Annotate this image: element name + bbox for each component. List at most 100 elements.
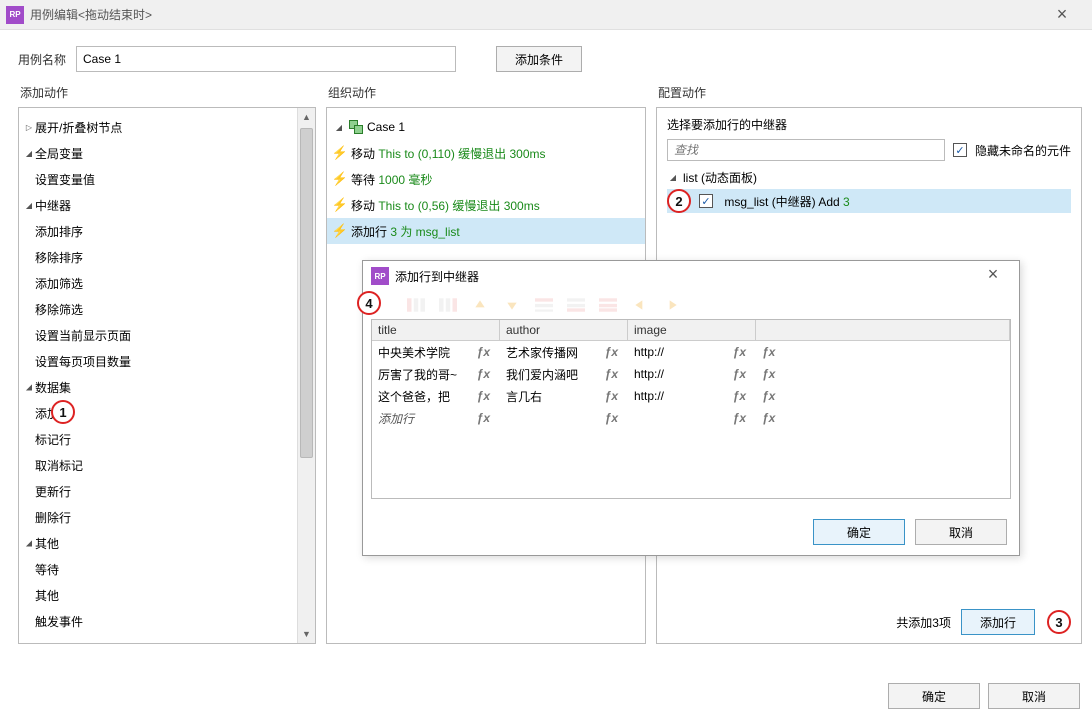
tree-item[interactable]: ▶更新行: [19, 478, 315, 504]
scroll-thumb[interactable]: [300, 128, 313, 458]
fx-icon[interactable]: ƒx: [762, 345, 779, 359]
fx-icon[interactable]: ƒx: [477, 389, 494, 403]
tree-item[interactable]: ▷展开/折叠树节点: [19, 114, 315, 140]
fx-icon[interactable]: ƒx: [477, 411, 494, 425]
action-row[interactable]: ⚡添加行 3 为 msg_list: [327, 218, 645, 244]
tree-item[interactable]: ▶等待: [19, 556, 315, 582]
fx-icon[interactable]: ƒx: [477, 345, 494, 359]
cell-image[interactable]: http://ƒx: [628, 367, 756, 381]
ok-button[interactable]: 确定: [888, 683, 980, 709]
modal-close-icon[interactable]: ×: [973, 264, 1013, 285]
fx-icon[interactable]: ƒx: [605, 367, 622, 381]
tree-item[interactable]: ▶设置当前显示页面: [19, 322, 315, 348]
tree-item[interactable]: ◢其他: [19, 530, 315, 556]
toolbar-move-left-icon[interactable]: [631, 298, 649, 312]
toolbar-move-down-icon[interactable]: [503, 298, 521, 312]
tree-item[interactable]: ▶删除行: [19, 504, 315, 530]
tree-item[interactable]: ▶其他: [19, 582, 315, 608]
tree-item[interactable]: ▶添加排序: [19, 218, 315, 244]
tree-item[interactable]: ▶取消标记: [19, 452, 315, 478]
repeater-checkbox[interactable]: ✓: [699, 194, 713, 208]
add-condition-button[interactable]: 添加条件: [496, 46, 582, 72]
fx-icon[interactable]: ƒx: [762, 411, 779, 425]
scroll-up-icon[interactable]: ▲: [298, 108, 315, 126]
table-row[interactable]: 这个爸爸，把ƒx言几右ƒxhttp://ƒxƒx: [372, 385, 1010, 407]
cell-author[interactable]: 我们爱内涵吧ƒx: [500, 366, 628, 383]
toolbar-add-left-icon[interactable]: [407, 298, 425, 312]
cell-title[interactable]: 中央美术学院ƒx: [372, 344, 500, 361]
cell-title[interactable]: 厉害了我的哥~ƒx: [372, 366, 500, 383]
fx-icon[interactable]: ƒx: [762, 389, 779, 403]
column-header[interactable]: title: [372, 320, 500, 340]
case-row[interactable]: ◢ Case 1: [327, 114, 645, 140]
chevron-down-icon[interactable]: ◢: [24, 538, 35, 548]
chevron-down-icon[interactable]: ◢: [24, 200, 35, 210]
modal-cancel-button[interactable]: 取消: [915, 519, 1007, 545]
add-row-placeholder[interactable]: 添加行ƒxƒxƒxƒx: [372, 407, 1010, 429]
table-row[interactable]: 中央美术学院ƒx艺术家传播网ƒxhttp://ƒxƒx: [372, 341, 1010, 363]
add-row-button[interactable]: 添加行: [961, 609, 1035, 635]
toolbar-move-up-icon[interactable]: [471, 298, 489, 312]
fx-icon[interactable]: ƒx: [605, 411, 622, 425]
fx-icon[interactable]: ƒx: [605, 345, 622, 359]
chevron-down-icon[interactable]: ◢: [24, 148, 35, 158]
chevron-down-icon[interactable]: ◢: [24, 382, 35, 392]
repeater-child-row[interactable]: ✓ msg_list (中继器) Add 32: [667, 189, 1071, 213]
case-name-input[interactable]: [76, 46, 456, 72]
toolbar-add-right-icon[interactable]: [439, 298, 457, 312]
toolbar-delete-icon[interactable]: [599, 298, 617, 312]
toolbar-add-row-below-icon[interactable]: [567, 298, 585, 312]
fx-icon[interactable]: ƒx: [477, 367, 494, 381]
toolbar-add-row-above-icon[interactable]: [535, 298, 553, 312]
cell-extra[interactable]: ƒx: [756, 389, 1010, 403]
action-row[interactable]: ⚡移动 This to (0,110) 缓慢退出 300ms: [327, 140, 645, 166]
fx-icon[interactable]: ƒx: [733, 345, 750, 359]
cell-extra[interactable]: ƒx: [756, 345, 1010, 359]
cell-title[interactable]: 这个爸爸，把ƒx: [372, 388, 500, 405]
tree-item[interactable]: ◢数据集: [19, 374, 315, 400]
cell-image[interactable]: http://ƒx: [628, 389, 756, 403]
column-header[interactable]: author: [500, 320, 628, 340]
toolbar-move-right-icon[interactable]: [663, 298, 681, 312]
tree-item[interactable]: ▶触发事件: [19, 608, 315, 634]
fx-icon[interactable]: ƒx: [733, 389, 750, 403]
hide-unnamed-checkbox[interactable]: ✓: [953, 143, 967, 157]
action-row[interactable]: ⚡移动 This to (0,56) 缓慢退出 300ms: [327, 192, 645, 218]
cell-image[interactable]: ƒx: [628, 411, 756, 425]
cancel-button[interactable]: 取消: [988, 683, 1080, 709]
table-row[interactable]: 厉害了我的哥~ƒx我们爱内涵吧ƒxhttp://ƒxƒx: [372, 363, 1010, 385]
tree-item[interactable]: ◢中继器: [19, 192, 315, 218]
tree-item[interactable]: ▶添加筛选: [19, 270, 315, 296]
cell-author[interactable]: ƒx: [500, 411, 628, 425]
cell-author[interactable]: 言几右ƒx: [500, 388, 628, 405]
tree-item[interactable]: ▶设置每页项目数量: [19, 348, 315, 374]
fx-icon[interactable]: ƒx: [762, 367, 779, 381]
annotation-3: 3: [1047, 610, 1071, 634]
cell-author[interactable]: 艺术家传播网ƒx: [500, 344, 628, 361]
column-header[interactable]: [756, 320, 1010, 340]
cell-extra[interactable]: ƒx: [756, 367, 1010, 381]
modal-ok-button[interactable]: 确定: [813, 519, 905, 545]
chevron-right-icon[interactable]: ▷: [24, 122, 35, 132]
fx-icon[interactable]: ƒx: [733, 411, 750, 425]
cell-extra[interactable]: ƒx: [756, 411, 1010, 425]
cell-image[interactable]: http://ƒx: [628, 345, 756, 359]
tree-item[interactable]: ▶标记行: [19, 426, 315, 452]
chevron-down-icon[interactable]: ◢: [668, 172, 679, 182]
cell-title[interactable]: 添加行ƒx: [372, 410, 500, 427]
search-input[interactable]: [667, 139, 945, 161]
fx-icon[interactable]: ƒx: [733, 367, 750, 381]
tree-item[interactable]: ▶移除排序: [19, 244, 315, 270]
tree-item[interactable]: ▶添加行1: [19, 400, 315, 426]
repeater-parent-row[interactable]: ◢list (动态面板): [667, 165, 1071, 189]
scroll-down-icon[interactable]: ▼: [298, 625, 315, 643]
tree-item[interactable]: ▶设置变量值: [19, 166, 315, 192]
fx-icon[interactable]: ƒx: [605, 389, 622, 403]
scrollbar-vertical[interactable]: ▲ ▼: [297, 108, 315, 643]
tree-item[interactable]: ▶移除筛选: [19, 296, 315, 322]
close-icon[interactable]: ×: [1042, 4, 1082, 25]
action-row[interactable]: ⚡等待 1000 毫秒: [327, 166, 645, 192]
chevron-down-icon[interactable]: ◢: [334, 122, 345, 132]
column-header[interactable]: image: [628, 320, 756, 340]
tree-item[interactable]: ◢全局变量: [19, 140, 315, 166]
